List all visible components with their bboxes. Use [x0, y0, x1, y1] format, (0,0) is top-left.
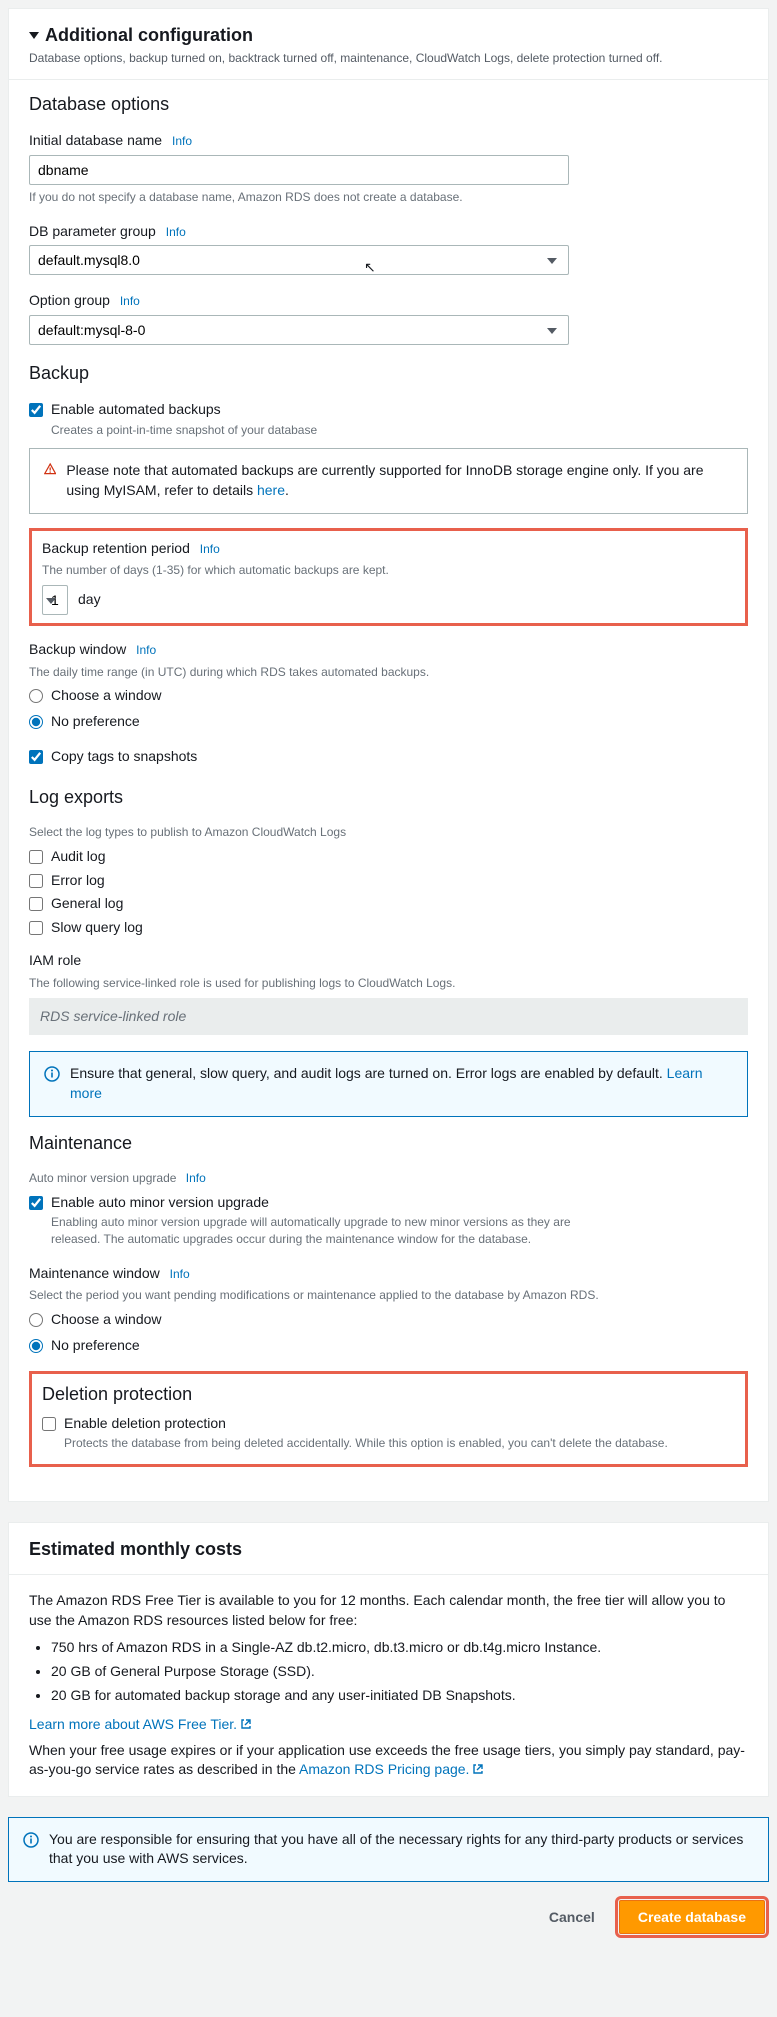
external-link-icon [240, 1718, 252, 1730]
maintenance-heading: Maintenance [29, 1131, 748, 1156]
free-tier-link[interactable]: Learn more about AWS Free Tier. [29, 1716, 252, 1732]
create-database-button[interactable]: Create database [619, 1900, 765, 1934]
iam-role-hint: The following service-linked role is use… [29, 975, 748, 992]
retention-select[interactable]: 1 [42, 585, 68, 615]
auto-minor-label: Enable auto minor version upgrade [51, 1193, 571, 1213]
backup-window-label: Backup window [29, 641, 126, 657]
collapse-toggle[interactable]: Additional configuration [29, 23, 748, 48]
enable-backups-label: Enable automated backups [51, 400, 317, 420]
log-exports-hint: Select the log types to publish to Amazo… [29, 824, 748, 841]
slow-query-log-checkbox[interactable] [29, 921, 43, 935]
pricing-link[interactable]: Amazon RDS Pricing page. [299, 1761, 484, 1777]
external-link-icon [472, 1763, 484, 1775]
param-group-select[interactable]: default.mysql8.0 [29, 245, 569, 275]
copy-tags-label: Copy tags to snapshots [51, 747, 197, 767]
costs-title: Estimated monthly costs [29, 1537, 748, 1562]
deletion-protection-desc: Protects the database from being deleted… [64, 1435, 668, 1452]
deletion-highlight: Deletion protection Enable deletion prot… [29, 1371, 748, 1467]
retention-label: Backup retention period [42, 540, 190, 556]
deletion-protection-checkbox[interactable] [42, 1417, 56, 1431]
warning-icon [44, 461, 56, 477]
option-group-select[interactable]: default:mysql-8-0 [29, 315, 569, 345]
initial-db-name-info[interactable]: Info [172, 134, 192, 148]
initial-db-name-label: Initial database name [29, 132, 162, 148]
log-exports-heading: Log exports [29, 785, 748, 810]
maint-window-nopref-radio[interactable] [29, 1339, 43, 1353]
backup-window-hint: The daily time range (in UTC) during whi… [29, 664, 748, 681]
costs-intro: The Amazon RDS Free Tier is available to… [29, 1591, 748, 1630]
backup-alert-link[interactable]: here [257, 482, 285, 498]
backup-window-nopref-radio[interactable] [29, 715, 43, 729]
option-group-info[interactable]: Info [120, 294, 140, 308]
cancel-button[interactable]: Cancel [539, 1903, 605, 1931]
auto-minor-info[interactable]: Info [186, 1171, 206, 1185]
option-group-label: Option group [29, 292, 110, 308]
info-icon [23, 1832, 39, 1848]
auto-minor-desc: Enabling auto minor version upgrade will… [51, 1214, 571, 1248]
logs-info-alert: Ensure that general, slow query, and aud… [29, 1051, 748, 1116]
retention-unit: day [78, 590, 101, 610]
retention-info[interactable]: Info [200, 542, 220, 556]
additional-config-panel: Additional configuration Database option… [8, 8, 769, 1502]
auto-minor-checkbox[interactable] [29, 1196, 43, 1210]
backup-window-info[interactable]: Info [136, 643, 156, 657]
backup-warning-alert: Please note that automated backups are c… [29, 448, 748, 513]
maint-window-info[interactable]: Info [170, 1267, 190, 1281]
iam-role-value: RDS service-linked role [29, 998, 748, 1036]
info-icon [44, 1066, 60, 1082]
initial-db-name-hint: If you do not specify a database name, A… [29, 189, 748, 206]
costs-list: 750 hrs of Amazon RDS in a Single-AZ db.… [51, 1638, 748, 1705]
db-options-heading: Database options [29, 92, 748, 117]
panel-title: Additional configuration [45, 23, 253, 48]
copy-tags-checkbox[interactable] [29, 750, 43, 764]
maint-window-hint: Select the period you want pending modif… [29, 1287, 748, 1304]
enable-backups-desc: Creates a point-in-time snapshot of your… [51, 422, 317, 439]
panel-subtitle: Database options, backup turned on, back… [29, 50, 748, 67]
responsibility-alert: You are responsible for ensuring that yo… [8, 1817, 769, 1882]
iam-role-label: IAM role [29, 951, 748, 971]
param-group-label: DB parameter group [29, 223, 156, 239]
maint-window-choose-radio[interactable] [29, 1313, 43, 1327]
initial-db-name-input[interactable] [29, 155, 569, 185]
costs-panel: Estimated monthly costs The Amazon RDS F… [8, 1522, 769, 1797]
chevron-down-icon [29, 32, 39, 39]
backup-window-choose-radio[interactable] [29, 689, 43, 703]
enable-backups-checkbox[interactable] [29, 403, 43, 417]
retention-hint: The number of days (1-35) for which auto… [42, 562, 735, 579]
deletion-protection-label: Enable deletion protection [64, 1414, 668, 1434]
retention-highlight: Backup retention period Info The number … [29, 528, 748, 626]
audit-log-checkbox[interactable] [29, 850, 43, 864]
deletion-heading: Deletion protection [42, 1382, 735, 1407]
error-log-checkbox[interactable] [29, 874, 43, 888]
backup-heading: Backup [29, 361, 748, 386]
general-log-checkbox[interactable] [29, 897, 43, 911]
maint-window-label: Maintenance window [29, 1265, 160, 1281]
param-group-info[interactable]: Info [166, 225, 186, 239]
